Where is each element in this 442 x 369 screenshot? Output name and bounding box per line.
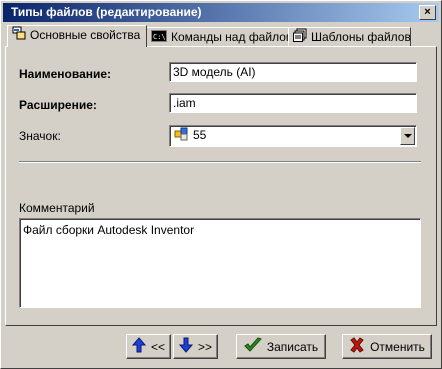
- comment-textarea[interactable]: Файл сборки Autodesk Inventor: [19, 218, 421, 308]
- checkmark-icon: [244, 337, 262, 356]
- cancel-button[interactable]: Отменить: [342, 334, 432, 359]
- cross-icon: [349, 337, 365, 356]
- arrow-up-icon: [131, 337, 147, 356]
- title-bar[interactable]: Типы файлов (редактирование) ×: [3, 3, 439, 22]
- close-icon: ×: [424, 6, 431, 18]
- comment-label: Комментарий: [19, 201, 95, 215]
- icon-label: Значок:: [19, 129, 61, 143]
- move-down-button[interactable]: >>: [173, 334, 218, 359]
- name-input[interactable]: 3D модель (AI): [169, 62, 417, 82]
- svg-text:C:\: C:\: [153, 33, 166, 41]
- move-up-button[interactable]: <<: [126, 334, 171, 359]
- properties-icon: [12, 26, 26, 45]
- tab-file-templates[interactable]: Шаблоны файлов: [288, 27, 411, 47]
- chevron-down-icon[interactable]: [400, 127, 415, 145]
- move-up-label: <<: [150, 339, 165, 354]
- move-down-label: >>: [197, 339, 212, 354]
- name-label: Наименование:: [19, 67, 112, 81]
- command-prompt-icon: C:\: [151, 29, 167, 47]
- icon-select[interactable]: 55: [169, 125, 417, 147]
- cancel-label: Отменить: [370, 339, 425, 354]
- tab-label: Шаблоны файлов: [311, 30, 411, 44]
- close-button[interactable]: ×: [419, 5, 436, 20]
- extension-label: Расширение:: [19, 98, 97, 112]
- save-button[interactable]: Записать: [236, 334, 326, 359]
- tab-main-properties[interactable]: Основные свойства: [7, 25, 147, 47]
- save-label: Записать: [266, 339, 319, 354]
- window-title: Типы файлов (редактирование): [11, 5, 202, 19]
- tab-panel: Наименование: 3D модель (AI) Расширение:…: [5, 46, 437, 326]
- tab-file-commands[interactable]: C:\ Команды над файлом: [146, 27, 294, 47]
- templates-icon: [293, 28, 307, 47]
- cube-icon: [174, 126, 189, 146]
- dialog-window: Типы файлов (редактирование) × Основные …: [0, 0, 442, 369]
- extension-input[interactable]: .iam: [169, 93, 417, 113]
- tab-label: Основные свойства: [30, 28, 141, 42]
- tab-label: Команды над файлом: [171, 30, 295, 44]
- arrow-down-icon: [178, 337, 194, 356]
- divider: [19, 161, 421, 163]
- icon-select-value: 55: [193, 128, 207, 143]
